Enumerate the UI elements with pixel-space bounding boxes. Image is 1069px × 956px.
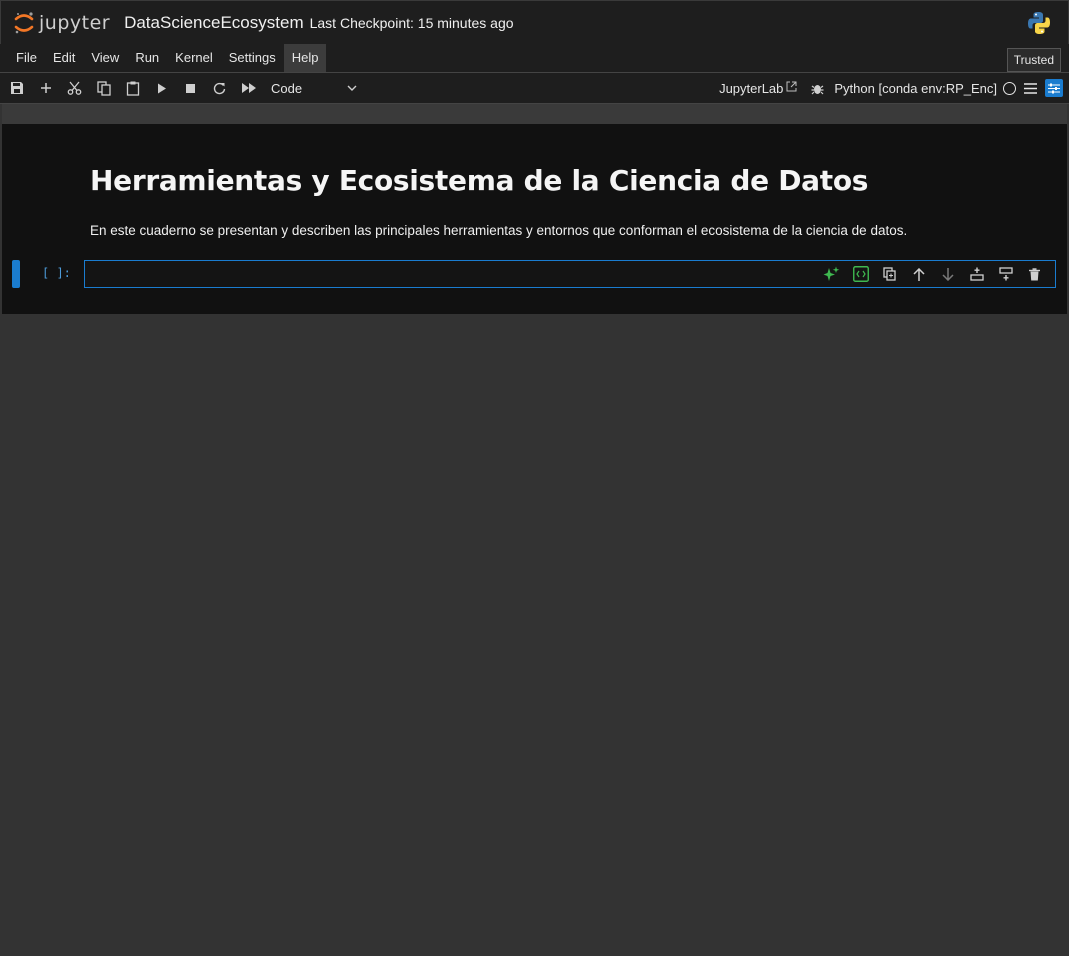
- trash-icon: [1029, 267, 1040, 280]
- arrow-up-icon: [912, 267, 925, 281]
- jupyter-logo[interactable]: jupyter: [13, 10, 110, 36]
- restart-icon: [213, 82, 226, 94]
- insert-below-icon: [998, 267, 1013, 281]
- kernel-status-icon: [1003, 81, 1016, 95]
- notebook-top-strip: [2, 104, 1067, 124]
- trusted-indicator[interactable]: Trusted: [1006, 48, 1061, 72]
- arrow-down-icon: [941, 267, 954, 281]
- toolbar-right: JupyterLab Python [conda env:RP_Enc]: [719, 73, 1063, 103]
- delete-cell-button[interactable]: [1020, 264, 1049, 284]
- restart-button[interactable]: [205, 73, 234, 103]
- cell-type-value: Code: [271, 80, 303, 96]
- last-checkpoint: Last Checkpoint: 15 minutes ago: [309, 14, 514, 31]
- menu-run[interactable]: Run: [127, 44, 167, 72]
- menu-help[interactable]: Help: [283, 44, 327, 72]
- menu-file[interactable]: File: [8, 44, 45, 72]
- debugger-bug-icon[interactable]: [811, 82, 824, 95]
- code-brackets-icon: [852, 266, 869, 282]
- top-bar: jupyter DataScienceEcosystem Last Checkp…: [0, 0, 1069, 45]
- copy-icon: [96, 80, 111, 96]
- cut-icon: [67, 81, 82, 95]
- save-icon: [10, 82, 23, 94]
- add-icon: [40, 83, 51, 93]
- jupyterlab-link-label: JupyterLab: [719, 80, 784, 96]
- save-button[interactable]: [2, 73, 31, 103]
- add-cell-button[interactable]: [31, 73, 60, 103]
- markdown-heading: Herramientas y Ecosistema de la Ciencia …: [90, 164, 869, 197]
- fast-forward-icon: [241, 83, 256, 93]
- external-link-icon: [786, 81, 797, 91]
- menu-bar: File Edit View Run Kernel Settings Help …: [0, 44, 1069, 73]
- format-code-button[interactable]: [846, 264, 875, 284]
- code-cell-editor[interactable]: [84, 260, 1056, 288]
- sparkle-icon: [823, 266, 840, 281]
- jupyter-logo-icon: [14, 11, 34, 33]
- property-inspector-button[interactable]: [1045, 79, 1063, 97]
- run-button[interactable]: [147, 73, 176, 103]
- python-logo-icon: [1028, 12, 1050, 34]
- menu-view[interactable]: View: [83, 44, 127, 72]
- cut-button[interactable]: [60, 73, 89, 103]
- insert-above-icon: [969, 267, 984, 281]
- duplicate-icon: [883, 267, 896, 281]
- notebook-title[interactable]: DataScienceEcosystem: [124, 13, 304, 33]
- menu-icon[interactable]: [1024, 82, 1037, 94]
- paste-icon: [126, 81, 139, 96]
- duplicate-cell-button[interactable]: [875, 264, 904, 284]
- insert-below-button[interactable]: [991, 264, 1020, 284]
- cell-type-select[interactable]: Code: [271, 81, 357, 96]
- menu-edit[interactable]: Edit: [45, 44, 83, 72]
- notebook-toolbar: Code JupyterLab Python [conda env:RP_Enc…: [0, 73, 1069, 104]
- cell-toolbar: [817, 264, 1049, 284]
- kernel-name[interactable]: Python [conda env:RP_Enc]: [834, 81, 997, 96]
- interrupt-button[interactable]: [176, 73, 205, 103]
- menu-kernel[interactable]: Kernel: [167, 44, 221, 72]
- paste-button[interactable]: [118, 73, 147, 103]
- markdown-paragraph: En este cuaderno se presentan y describe…: [90, 223, 908, 238]
- sliders-icon: [1048, 83, 1060, 93]
- stop-icon: [186, 83, 195, 93]
- run-icon: [157, 83, 166, 93]
- cell-prompt: [ ]:: [42, 266, 71, 280]
- jupyter-logo-text: jupyter: [39, 11, 111, 34]
- notebook-panel: Herramientas y Ecosistema de la Ciencia …: [2, 124, 1067, 314]
- chevron-down-icon: [347, 85, 357, 91]
- insert-above-button[interactable]: [962, 264, 991, 284]
- jupyterlab-link[interactable]: JupyterLab: [719, 81, 797, 96]
- menu-settings[interactable]: Settings: [221, 44, 284, 72]
- copy-button[interactable]: [89, 73, 118, 103]
- restart-run-all-button[interactable]: [234, 73, 263, 103]
- ai-assist-button[interactable]: [817, 264, 846, 284]
- move-up-button[interactable]: [904, 264, 933, 284]
- active-cell-indicator[interactable]: [12, 260, 20, 288]
- move-down-button[interactable]: [933, 264, 962, 284]
